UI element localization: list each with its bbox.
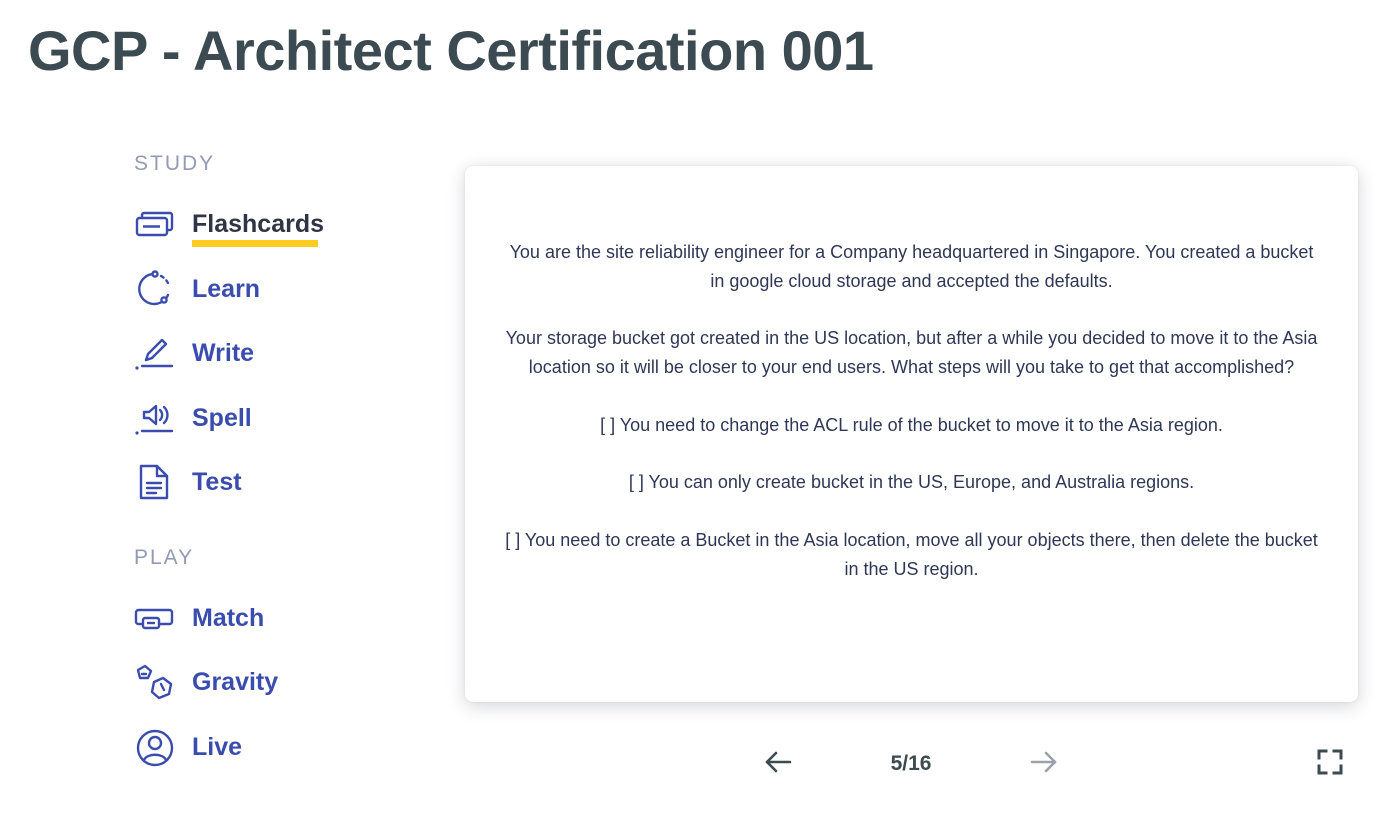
spell-icon [134, 396, 178, 440]
fullscreen-button[interactable] [1310, 744, 1350, 784]
sidebar-item-label: Test [192, 467, 242, 496]
sidebar-item-label: Gravity [192, 667, 279, 696]
sidebar-item-test[interactable]: Test [134, 460, 242, 504]
sidebar-item-learn[interactable]: Learn [134, 267, 260, 311]
sidebar-item-match[interactable]: Match [134, 596, 264, 640]
sidebar-item-gravity[interactable]: Gravity [134, 660, 278, 704]
sidebar-item-write[interactable]: Write [134, 331, 254, 375]
flashcard-controls: 5/16 [0, 744, 1400, 784]
flashcard-content: You are the site reliability engineer fo… [505, 238, 1318, 612]
arrow-left-icon [763, 747, 793, 782]
page-title: GCP - Architect Certification 001 [28, 19, 874, 82]
next-card-button[interactable] [1024, 744, 1064, 784]
card-option: [ ] You need to create a Bucket in the A… [505, 529, 1318, 579]
gravity-icon [134, 660, 178, 704]
fullscreen-icon [1316, 748, 1344, 781]
match-icon [134, 596, 178, 640]
sidebar-item-label: Write [192, 338, 255, 367]
write-icon [134, 331, 178, 375]
active-tab-underline [192, 240, 318, 247]
card-paragraph: You are the site reliability engineer fo… [509, 242, 1314, 291]
play-section-label: PLAY [134, 546, 195, 569]
card-option: [ ] You need to change the ACL rule of t… [600, 414, 1223, 435]
study-section-label: STUDY [134, 152, 216, 175]
test-icon [134, 460, 178, 504]
sidebar-item-label: Flashcards [192, 209, 325, 238]
card-paragraph: Your storage bucket got created in the U… [505, 328, 1318, 378]
flashcards-icon [134, 202, 178, 246]
card-counter: 5/16 [890, 752, 932, 775]
sidebar-item-spell[interactable]: Spell [134, 396, 252, 440]
sidebar-item-label: Match [192, 603, 265, 632]
card-option: [ ] You can only create bucket in the US… [628, 472, 1195, 493]
learn-icon [134, 267, 178, 311]
flashcard[interactable]: You are the site reliability engineer fo… [465, 166, 1358, 702]
sidebar-item-label: Learn [192, 274, 261, 303]
previous-card-button[interactable] [758, 744, 798, 784]
arrow-right-icon [1029, 747, 1059, 782]
sidebar-item-label: Spell [192, 403, 252, 432]
